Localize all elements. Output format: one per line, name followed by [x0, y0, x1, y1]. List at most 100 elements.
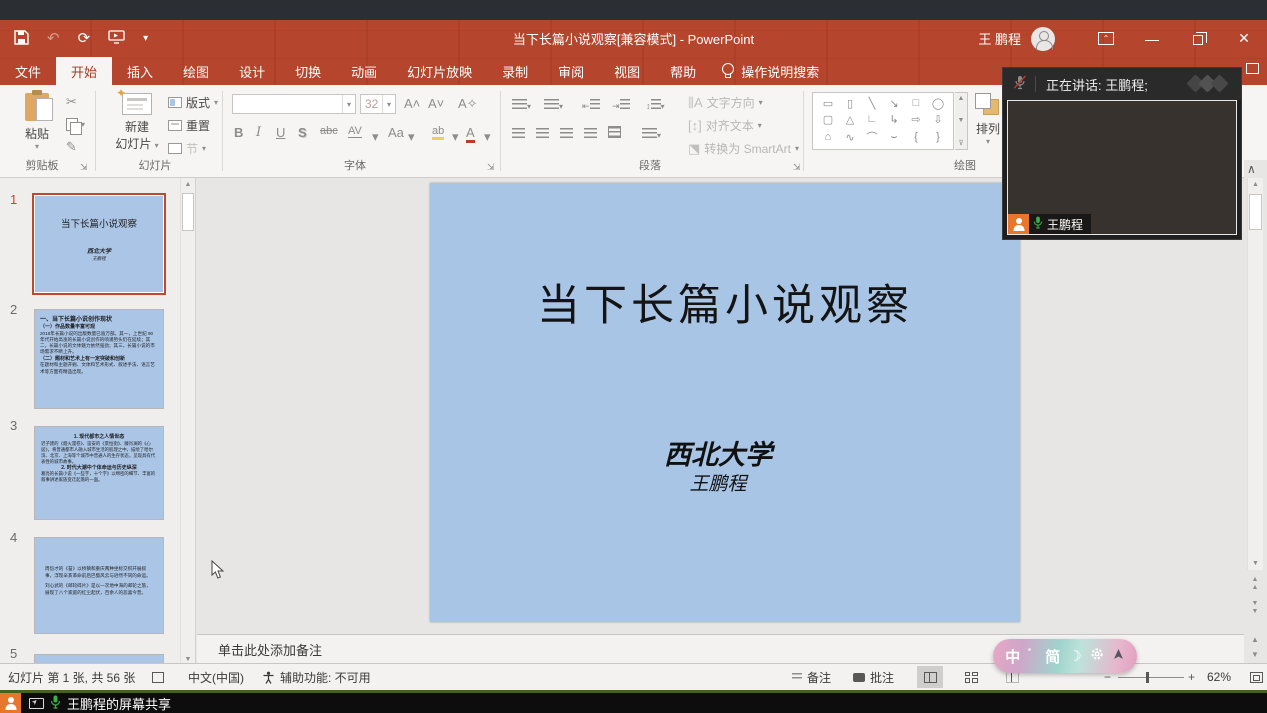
grow-font-button[interactable]: A˄	[404, 96, 420, 111]
customize-qat-icon[interactable]: ▾	[143, 34, 148, 44]
shape-right-arrow-icon[interactable]: ⇨	[911, 113, 920, 126]
ime-night-mode-icon[interactable]: ☽	[1068, 647, 1081, 665]
collapse-ribbon-icon[interactable]: ∧	[1247, 162, 1256, 176]
bullets-button[interactable]: ▾	[512, 96, 531, 114]
tab-transitions[interactable]: 切换	[280, 57, 336, 85]
language-indicator[interactable]: 中文(中国)	[188, 664, 244, 690]
previous-slide-button[interactable]: ▲▲	[1247, 576, 1263, 591]
clear-formatting-button[interactable]: A✧	[458, 96, 478, 112]
ime-settings-gear-icon[interactable]	[1090, 647, 1104, 665]
shape-oval-icon[interactable]: ◯	[932, 97, 944, 110]
accessibility-status[interactable]: 辅助功能: 不可用	[280, 664, 371, 690]
screen-share-icon[interactable]	[29, 698, 44, 709]
tab-slideshow[interactable]: 幻灯片放映	[392, 57, 487, 85]
mic-on-icon[interactable]	[50, 695, 61, 712]
tab-file[interactable]: 文件	[0, 57, 56, 85]
meeting-header[interactable]: 正在讲话: 王鹏程;	[1003, 68, 1241, 100]
format-painter-button[interactable]: ✎	[66, 140, 77, 153]
thumbnail-scrollbar[interactable]: ▲ ▼	[180, 178, 195, 666]
font-dialog-launcher[interactable]: ⇲	[487, 162, 495, 173]
italic-button[interactable]: I	[256, 125, 261, 140]
shape-vertical-textbox-icon[interactable]: ▯	[847, 97, 853, 110]
shape-down-arrow-icon[interactable]: ⇩	[933, 113, 942, 126]
shape-rectangle-icon[interactable]: □	[913, 97, 920, 109]
change-case-button[interactable]: Aa	[388, 125, 404, 140]
scroll-down-icon[interactable]: ▼	[1248, 560, 1263, 567]
tab-help[interactable]: 帮助	[655, 57, 711, 85]
tab-animations[interactable]: 动画	[336, 57, 392, 85]
scroll-up-icon[interactable]: ▲	[1248, 181, 1263, 188]
increase-indent-button[interactable]: ⇥	[612, 96, 630, 114]
shapes-gallery[interactable]: ▭ ▯ ╲ ↘ □ ◯ ▢ △ ∟ ↳ ⇨ ⇩ ⌂ ∿ ⌒ ⌣ { }	[812, 92, 954, 150]
tab-record[interactable]: 录制	[487, 57, 543, 85]
decrease-indent-button[interactable]: ⇤	[582, 96, 600, 114]
minimize-button[interactable]: —	[1129, 20, 1175, 57]
ribbon-display-options-icon[interactable]: ⌃	[1083, 20, 1129, 57]
font-size-combo[interactable]: 32▾	[360, 94, 396, 114]
shape-right-brace-icon[interactable]: }	[936, 131, 940, 143]
normal-view-button[interactable]	[917, 666, 943, 688]
character-spacing-dropdown[interactable]: ▾	[372, 129, 379, 145]
highlight-color-dropdown[interactable]: ▾	[452, 129, 459, 145]
participant-icon[interactable]	[0, 693, 21, 713]
distribute-button[interactable]	[608, 125, 621, 143]
justify-button[interactable]	[584, 125, 597, 143]
tell-me-search[interactable]: 操作说明搜索	[711, 57, 829, 85]
shape-triangle-icon[interactable]: △	[846, 113, 854, 126]
tab-design[interactable]: 设计	[224, 57, 280, 85]
numbering-button[interactable]: ▾	[544, 96, 563, 114]
save-icon[interactable]	[14, 30, 29, 48]
align-text-button[interactable]: [↕]对齐文本▾	[688, 117, 762, 134]
shape-elbow-arrow-icon[interactable]: ↳	[889, 113, 898, 126]
shape-curve-icon[interactable]: ⌣	[890, 131, 897, 144]
thumbnail-scrollbar-thumb[interactable]	[182, 193, 194, 231]
close-button[interactable]: ✕	[1221, 20, 1267, 57]
shape-rounded-rect-icon[interactable]: ▢	[823, 113, 833, 126]
account-name[interactable]: 王 鹏程	[978, 29, 1021, 48]
fit-to-window-button[interactable]	[1243, 666, 1267, 688]
copy-button[interactable]: ▾	[66, 118, 85, 131]
account-avatar[interactable]	[1031, 27, 1055, 51]
tab-home[interactable]: 开始	[56, 57, 112, 85]
share-label[interactable]: 王鹏程的屏幕共享	[67, 694, 171, 713]
ime-skin-icon[interactable]	[1112, 648, 1125, 664]
mic-muted-icon[interactable]	[1013, 75, 1027, 93]
shapes-gallery-scroll[interactable]: ▲▼⊽	[955, 92, 968, 150]
ime-simplified[interactable]: 简	[1045, 646, 1060, 667]
shape-arc-icon[interactable]: ⌒	[867, 129, 878, 145]
scroll-up-icon[interactable]: ▲	[181, 181, 195, 188]
slide-canvas-area[interactable]: 当下长篇小说观察 西北大学 王鹏程	[197, 178, 1244, 634]
main-scrollbar[interactable]: ▲ ▼	[1247, 178, 1263, 570]
bold-button[interactable]: B	[234, 125, 243, 140]
zoom-level[interactable]: 62%	[1207, 664, 1231, 690]
slide-thumbnail-4[interactable]: 周恺才的《苔》以桥镇和重庆两种坐标交织开展叙事，浮现辛亥革命前后巴蜀风云与迥然不…	[35, 538, 163, 633]
convert-smartart-button[interactable]: ⬔转换为 SmartArt▾	[688, 140, 799, 157]
tab-review[interactable]: 审阅	[543, 57, 599, 85]
slide-sorter-view-button[interactable]	[958, 666, 984, 688]
zoom-slider[interactable]	[1118, 677, 1184, 678]
align-right-button[interactable]	[560, 125, 573, 143]
theme-icon[interactable]	[152, 664, 164, 690]
main-scrollbar-thumb[interactable]	[1249, 194, 1262, 230]
text-shadow-button[interactable]: S	[298, 125, 307, 140]
shape-freeform-icon[interactable]: ⌂	[825, 131, 832, 143]
shrink-font-button[interactable]: A˅	[428, 96, 444, 111]
ime-mode-chinese[interactable]: 中	[1005, 646, 1020, 667]
align-center-button[interactable]	[536, 125, 549, 143]
zoom-slider-thumb[interactable]	[1146, 672, 1149, 683]
scroll-down-icon[interactable]: ▼	[181, 656, 195, 663]
slide-thumbnail-1[interactable]: 当下长篇小说观察 西北大学 王鹏程	[35, 196, 163, 292]
restore-button[interactable]	[1175, 20, 1221, 57]
slide-thumbnail-2[interactable]: 一、当下长篇小说创作现状 （一）作品数量丰富可观 2018年长篇小说的出版数量已…	[35, 310, 163, 408]
reset-button[interactable]: 重置	[168, 117, 210, 134]
shape-left-brace-icon[interactable]: {	[914, 131, 918, 143]
highlight-color-button[interactable]: ab	[432, 125, 444, 140]
slide-author-text[interactable]: 王鹏程	[430, 469, 1006, 496]
redo-icon[interactable]: ⟳	[78, 31, 91, 46]
notes-scroll-up[interactable]: ▲	[1247, 636, 1263, 645]
font-name-combo[interactable]: ▾	[232, 94, 356, 114]
ime-toolbar[interactable]: 中 ゜ 简 ☽	[993, 639, 1137, 673]
slide-counter[interactable]: 幻灯片 第 1 张, 共 56 张	[8, 664, 135, 690]
meeting-overlay[interactable]: 正在讲话: 王鹏程; 王鹏程	[1003, 68, 1241, 239]
arrange-button[interactable]: 排列 ▾	[968, 93, 1008, 146]
